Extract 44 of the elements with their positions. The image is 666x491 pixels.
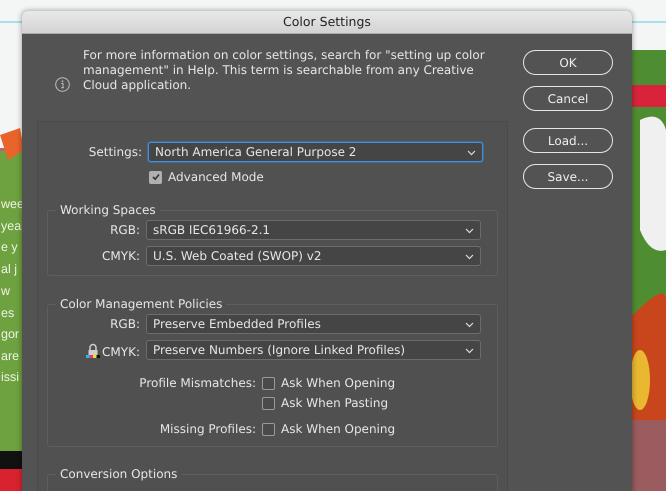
info-icon (55, 77, 70, 92)
document-text: issi (0, 369, 20, 386)
document-text: gor (0, 326, 20, 343)
document-text: are (0, 348, 20, 364)
checkbox[interactable] (262, 376, 275, 390)
save-button[interactable]: Save... (523, 164, 613, 189)
chevron-icon (465, 322, 474, 328)
chevron-icon (465, 254, 474, 260)
document-text: w (0, 283, 12, 300)
checkbox[interactable] (262, 396, 275, 410)
document-text: es (0, 304, 16, 322)
field-label: CMYK: (101, 249, 141, 263)
option-label: Profile Mismatches: (139, 376, 256, 390)
checkbox-label: Ask When Pasting (281, 396, 388, 410)
document-text: e y (0, 239, 19, 256)
dropdown[interactable]: U.S. Web Coated (SWOP) v2 (146, 246, 481, 266)
field-label: RGB: (109, 223, 141, 237)
group-title: Working Spaces (59, 203, 157, 217)
checkbox[interactable] (149, 170, 162, 184)
chevron-icon (467, 150, 476, 156)
dropdown[interactable]: Preserve Embedded Profiles (146, 314, 481, 334)
ok-button[interactable]: OK (523, 50, 613, 75)
chevron-icon (465, 348, 474, 354)
group-title: Color Management Policies (59, 297, 224, 311)
document-text: yea (0, 218, 22, 235)
checkbox-label: Ask When Opening (281, 422, 396, 436)
load-button[interactable]: Load... (523, 128, 613, 153)
window-title: Color Settings (22, 11, 632, 34)
checkbox-label: Ask When Opening (281, 376, 396, 390)
check-icon (150, 172, 160, 182)
field-label: CMYK: (102, 344, 140, 358)
settings-label: Settings: (88, 145, 143, 159)
dropdown[interactable]: Preserve Numbers (Ignore Linked Profiles) (146, 340, 481, 360)
checkbox-label: Advanced Mode (168, 170, 264, 184)
group-title: Conversion Options (59, 467, 178, 481)
option-label: Missing Profiles: (160, 422, 256, 436)
info-text: For more information on color settings, search for "setting up color management" in Help. This term is searchable from any Creative Cloud application. (83, 48, 486, 93)
field-label: RGB: (110, 317, 140, 331)
dropdown[interactable]: sRGB IEC61966-2.1 (146, 220, 481, 240)
settings-dropdown[interactable]: North America General Purpose 2 (148, 142, 483, 162)
document-text: al j (0, 260, 18, 278)
checkbox[interactable] (262, 422, 275, 436)
cancel-button[interactable]: Cancel (523, 86, 613, 111)
chevron-icon (465, 228, 474, 234)
